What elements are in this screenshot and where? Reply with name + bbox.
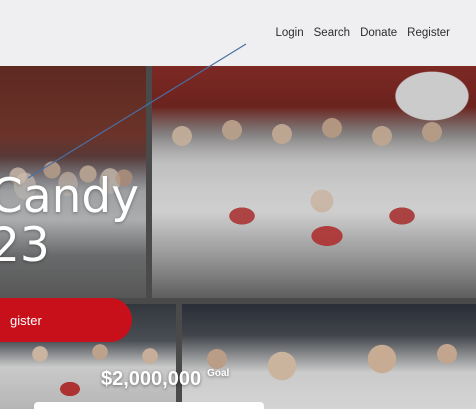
fundraising-goal: $2,000,000 Goal — [101, 367, 229, 391]
register-button[interactable]: gister — [0, 298, 132, 342]
event-title-line-2: 23 — [0, 218, 50, 273]
nav-login-link[interactable]: Login — [271, 26, 309, 40]
goal-label: Goal — [207, 368, 230, 379]
register-button-label: gister — [10, 312, 42, 328]
top-nav: Login Search Donate Register — [271, 26, 456, 40]
nav-register-link[interactable]: Register — [402, 26, 455, 40]
goal-amount: $2,000,000 — [101, 368, 202, 390]
hero-photo-right — [152, 66, 476, 298]
event-title: Candy 23 — [0, 172, 139, 270]
nav-donate-link[interactable]: Donate — [355, 26, 402, 40]
nav-search-link[interactable]: Search — [309, 26, 355, 40]
event-title-line-1: Candy — [0, 169, 140, 224]
top-bar: Login Search Donate Register — [0, 0, 476, 66]
content-card-edge — [34, 402, 264, 409]
page: Login Search Donate Register Candy 23 gi… — [0, 0, 476, 409]
hero-photo-bottom-right — [182, 304, 476, 409]
hero-banner: Candy 23 gister $2,000,000 Goal — [0, 66, 476, 409]
